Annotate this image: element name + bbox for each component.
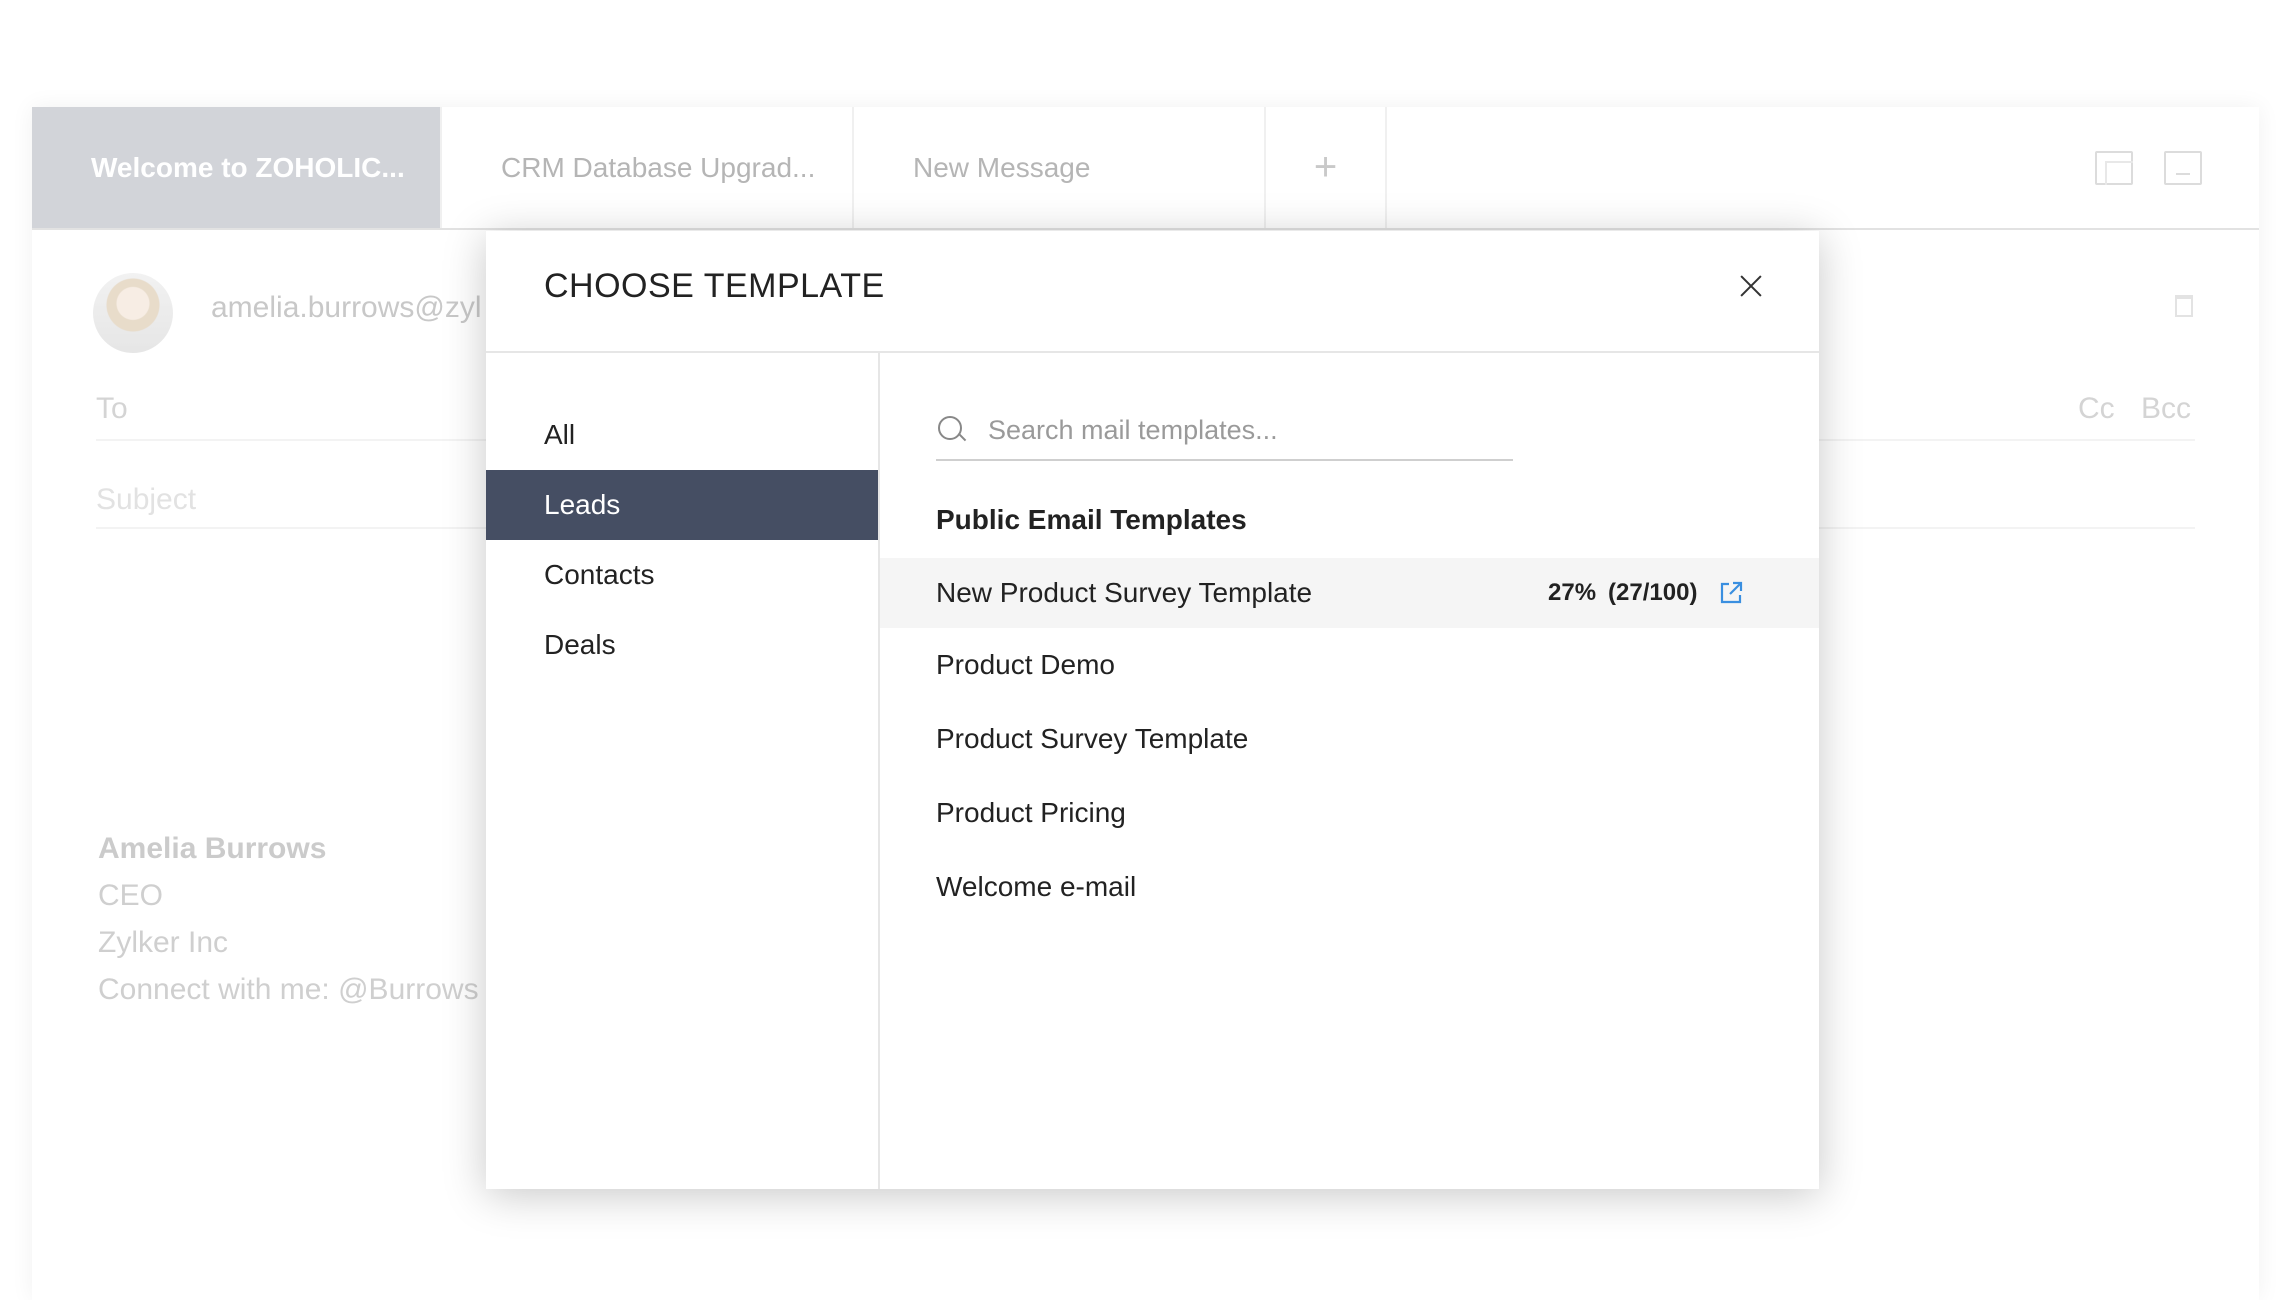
template-name: Product Demo	[936, 649, 1115, 680]
template-item-welcome-email[interactable]: Welcome e-mail	[880, 850, 1819, 924]
close-icon[interactable]	[1736, 271, 1766, 301]
category-contacts[interactable]: Contacts	[486, 540, 878, 610]
tab-bar: Welcome to ZOHOLIC... CRM Database Upgra…	[32, 107, 2259, 230]
signature-title: CEO	[98, 879, 164, 912]
category-sidebar: All Leads Contacts Deals	[486, 353, 880, 1189]
modal-header: CHOOSE TEMPLATE	[486, 231, 1819, 353]
choose-template-modal: CHOOSE TEMPLATE All Leads Contacts Deals…	[486, 231, 1819, 1189]
add-tab-button[interactable]: +	[1266, 107, 1387, 228]
cc-button[interactable]: Cc	[2078, 392, 2115, 426]
signature: Amelia Burrows CEO Zylker Inc Connect wi…	[98, 825, 479, 1013]
template-item-product-pricing[interactable]: Product Pricing	[880, 776, 1819, 850]
from-email: amelia.burrows@zyl	[211, 291, 482, 324]
template-usage-stats: 27% (27/100)	[1548, 558, 1697, 628]
search-input[interactable]	[986, 413, 1486, 447]
trash-icon[interactable]	[2175, 295, 2193, 317]
subject-placeholder: Subject	[96, 483, 197, 516]
tab-new-message[interactable]: New Message	[854, 107, 1266, 228]
bcc-button[interactable]: Bcc	[2141, 392, 2191, 426]
tab-welcome[interactable]: Welcome to ZOHOLIC...	[32, 107, 442, 228]
signature-name: Amelia Burrows	[98, 832, 327, 865]
restore-window-icon[interactable]	[2095, 151, 2133, 185]
template-content: Public Email Templates New Product Surve…	[880, 353, 1819, 1189]
section-title: Public Email Templates	[936, 504, 1247, 535]
template-item-product-survey[interactable]: Product Survey Template	[880, 702, 1819, 776]
to-label: To	[96, 392, 128, 425]
external-link-icon[interactable]	[1718, 580, 1744, 606]
template-list: New Product Survey Template 27% (27/100)…	[880, 558, 1819, 924]
search-box	[936, 401, 1513, 461]
template-usage-ratio: (27/100)	[1608, 579, 1698, 606]
category-leads[interactable]: Leads	[486, 470, 878, 540]
template-name: New Product Survey Template	[936, 577, 1313, 608]
template-item-product-demo[interactable]: Product Demo	[880, 628, 1819, 702]
template-item-new-product-survey[interactable]: New Product Survey Template 27% (27/100)	[880, 558, 1819, 628]
template-usage-percent: 27%	[1548, 579, 1597, 606]
minimize-window-icon[interactable]	[2164, 151, 2202, 185]
category-deals[interactable]: Deals	[486, 610, 878, 680]
category-all[interactable]: All	[486, 400, 878, 470]
signature-company: Zylker Inc	[98, 926, 229, 959]
tab-crm-database[interactable]: CRM Database Upgrad...	[442, 107, 854, 228]
modal-title: CHOOSE TEMPLATE	[544, 267, 885, 305]
search-icon	[936, 414, 968, 446]
template-name: Welcome e-mail	[936, 871, 1137, 902]
signature-social: Connect with me: @Burrows	[98, 973, 479, 1006]
template-name: Product Survey Template	[936, 723, 1249, 754]
avatar	[93, 273, 173, 353]
template-name: Product Pricing	[936, 797, 1126, 828]
